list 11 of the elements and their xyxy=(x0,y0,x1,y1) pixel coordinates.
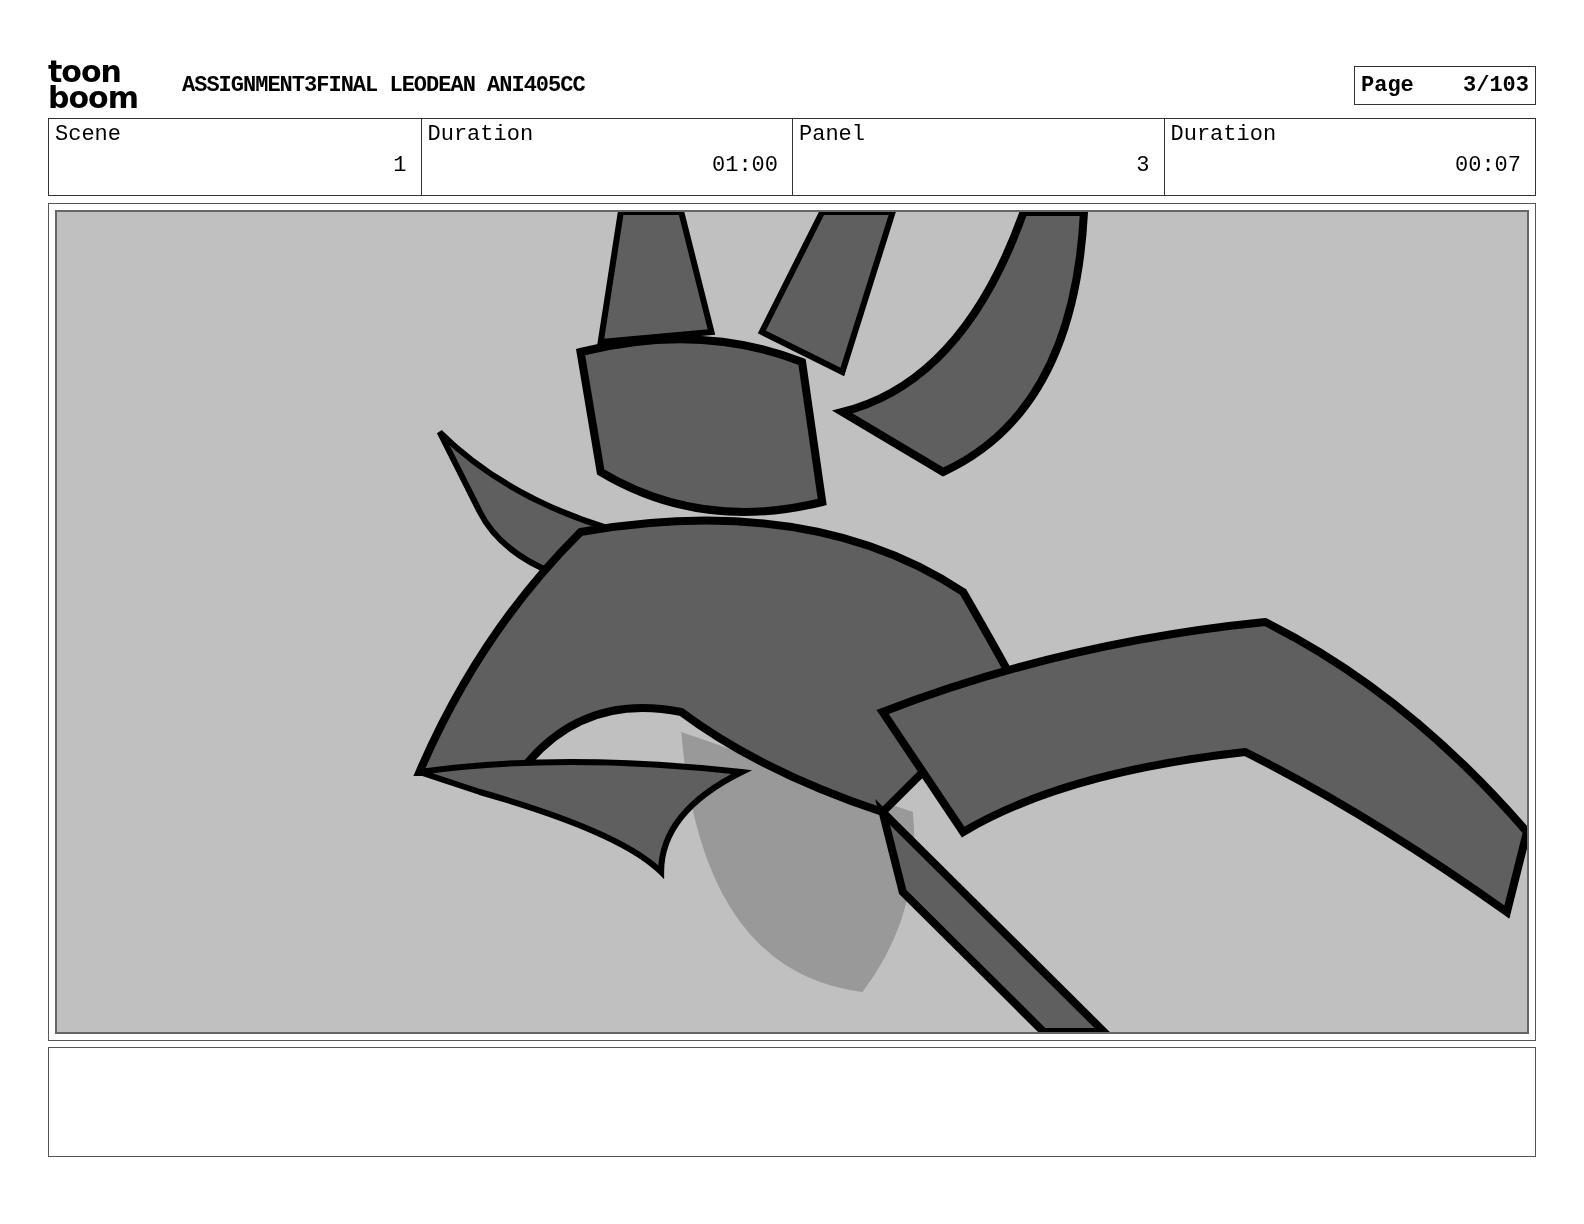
storyboard-title: ASSIGNMENT3FINAL LEODEAN ANI405CC xyxy=(182,72,586,98)
field-value: 3 xyxy=(1136,153,1150,178)
field-label: Duration xyxy=(427,122,534,147)
field-label: Panel xyxy=(799,122,865,147)
logo: toon boom xyxy=(48,59,139,111)
field-label: Scene xyxy=(55,122,121,147)
page-counter: Page 3/103 xyxy=(1354,65,1536,105)
field-value: 01:00 xyxy=(712,153,778,178)
field-value: 1 xyxy=(393,153,407,178)
field-value: 00:07 xyxy=(1455,153,1521,178)
field-label: Duration xyxy=(1170,122,1277,147)
